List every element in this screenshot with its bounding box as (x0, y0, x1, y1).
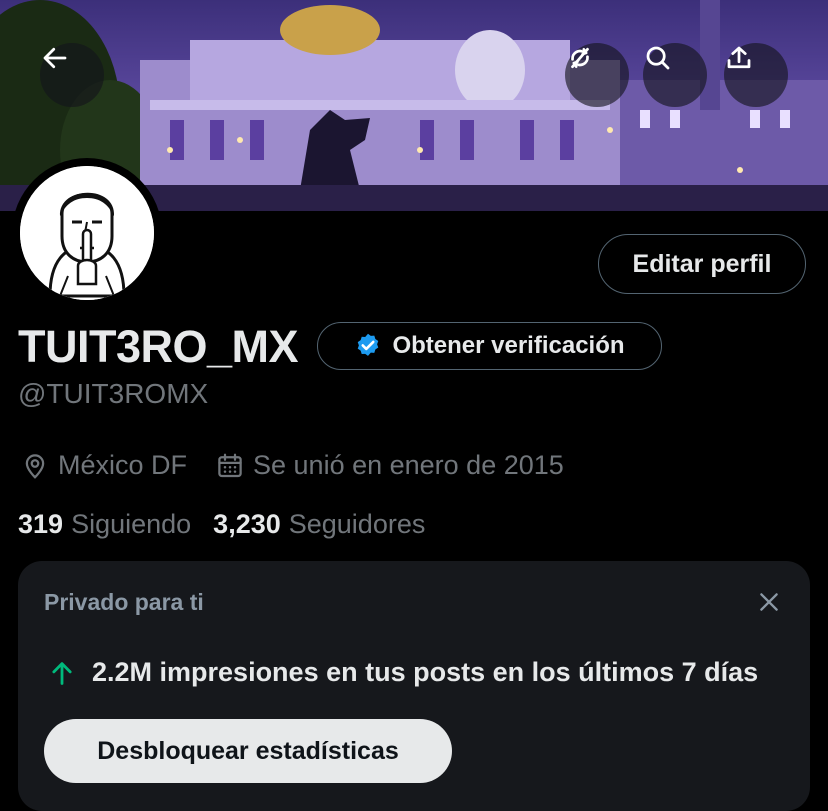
profile-meta: México DF Se unió en enero de 2015 (20, 450, 592, 481)
follow-stats: 319 Siguiendo 3,230 Seguidores (18, 509, 447, 540)
avatar-illustration (20, 166, 154, 300)
private-insights-card: Privado para ti 2.2M impresiones en tus … (18, 561, 810, 811)
refresh-slash-button[interactable] (565, 43, 629, 107)
get-verified-button[interactable]: Obtener verificación (317, 322, 662, 370)
impressions-text: 2.2M impresiones en tus posts en los últ… (92, 657, 759, 687)
followers-count: 3,230 (213, 509, 281, 539)
edit-profile-button[interactable]: Editar perfil (598, 234, 806, 294)
profile-handle: @TUIT3ROMX (18, 378, 209, 409)
impressions-stat: 2.2M impresiones en tus posts en los últ… (48, 657, 758, 688)
followers-link[interactable]: 3,230 Seguidores (213, 509, 425, 540)
unlock-stats-button[interactable]: Desbloquear estadísticas (44, 719, 452, 783)
arrow-up-icon (52, 661, 72, 685)
card-label: Privado para ti (44, 589, 204, 615)
verified-badge-icon (358, 333, 379, 356)
get-verified-label: Obtener verificación (392, 332, 625, 359)
arrow-left-icon (43, 47, 67, 69)
back-button[interactable] (40, 43, 104, 107)
joined-item: Se unió en enero de 2015 (215, 450, 564, 481)
close-card-button[interactable] (752, 585, 786, 619)
share-upload-icon (727, 46, 751, 69)
calendar-icon (218, 453, 242, 477)
refresh-slash-icon (571, 47, 589, 69)
avatar[interactable] (12, 158, 162, 308)
close-icon (760, 593, 778, 611)
following-label: Siguiendo (71, 509, 192, 539)
location-item: México DF (20, 450, 187, 481)
avatar-image (20, 166, 154, 300)
location-text: México DF (58, 450, 188, 480)
joined-text: Se unió en enero de 2015 (253, 450, 564, 480)
followers-label: Seguidores (288, 509, 426, 539)
following-count: 319 (18, 509, 64, 539)
following-link[interactable]: 319 Siguiendo (18, 509, 191, 540)
search-button[interactable] (643, 43, 707, 107)
location-pin-icon (25, 453, 45, 479)
search-icon (646, 46, 670, 70)
share-button[interactable] (724, 43, 788, 107)
display-name: TUIT3RO_MX (18, 321, 299, 372)
